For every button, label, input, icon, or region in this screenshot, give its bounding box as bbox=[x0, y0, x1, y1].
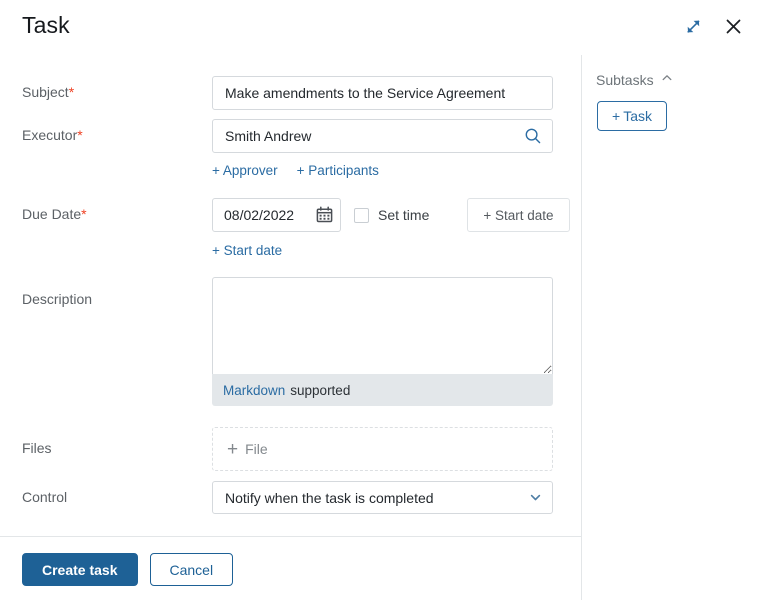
expand-diagonal-icon[interactable] bbox=[681, 14, 705, 38]
control-select-wrap: Notify when the task is completed bbox=[212, 481, 553, 514]
subtasks-panel: Subtasks + Task bbox=[582, 55, 765, 600]
set-time-group: Set time bbox=[354, 207, 429, 223]
executor-control: + Approver + Participants bbox=[212, 119, 553, 178]
dialog-footer: Create task Cancel bbox=[0, 553, 603, 586]
executor-label: Executor* bbox=[22, 127, 83, 143]
executor-label-text: Executor bbox=[22, 127, 78, 143]
start-date-link-row: + Start date bbox=[212, 242, 570, 260]
task-form: Subject* Executor* bbox=[0, 55, 581, 600]
plus-icon: + bbox=[227, 438, 239, 460]
cancel-button[interactable]: Cancel bbox=[149, 553, 234, 586]
task-dialog: Task Subject* Make amendments to the Ser… bbox=[0, 0, 765, 600]
start-date-button[interactable]: + Start date bbox=[467, 198, 570, 232]
page-title: Task bbox=[22, 12, 70, 38]
description-box: Markdown supported bbox=[212, 277, 553, 406]
required-asterisk: * bbox=[77, 127, 83, 143]
markdown-link[interactable]: Markdown bbox=[223, 383, 285, 398]
subtasks-title: Subtasks bbox=[596, 72, 654, 88]
description-label: Description bbox=[22, 291, 93, 307]
due-date-label: Due Date* bbox=[22, 206, 87, 222]
executor-input[interactable] bbox=[212, 119, 553, 153]
set-time-checkbox[interactable] bbox=[354, 207, 369, 223]
control-select-area: Notify when the task is completed bbox=[212, 481, 553, 514]
footer-divider bbox=[0, 536, 581, 537]
due-date-row: Set time + Start date bbox=[212, 198, 570, 232]
subject-input-wrap bbox=[212, 76, 553, 110]
add-subtask-label: Task bbox=[623, 108, 652, 124]
executor-links: + Approver + Participants bbox=[212, 163, 553, 178]
chevron-up-icon[interactable] bbox=[661, 71, 673, 89]
close-icon[interactable] bbox=[721, 14, 745, 38]
header-actions bbox=[681, 14, 745, 38]
subtasks-header[interactable]: Subtasks bbox=[596, 71, 673, 89]
subject-label: Subject* bbox=[22, 84, 74, 100]
plus-icon: + bbox=[612, 108, 621, 124]
dialog-header: Task bbox=[0, 0, 765, 55]
chevron-down-icon[interactable] bbox=[529, 491, 542, 509]
create-task-button[interactable]: Create task bbox=[22, 553, 138, 586]
executor-input-wrap bbox=[212, 119, 553, 153]
subject-control bbox=[212, 76, 553, 110]
markdown-suffix-text: supported bbox=[290, 382, 351, 398]
due-date-label-text: Due Date bbox=[22, 206, 82, 222]
markdown-hint: Markdown supported bbox=[212, 374, 553, 406]
files-label: Files bbox=[22, 440, 52, 456]
add-file-dropzone[interactable]: + File bbox=[212, 427, 553, 471]
add-participants-link[interactable]: + Participants bbox=[297, 163, 379, 178]
required-asterisk: * bbox=[81, 206, 87, 222]
control-label: Control bbox=[22, 489, 68, 505]
subject-label-text: Subject bbox=[22, 84, 69, 100]
due-date-input-wrap bbox=[212, 198, 341, 232]
control-select-value: Notify when the task is completed bbox=[225, 489, 434, 506]
add-file-label: File bbox=[245, 441, 268, 457]
calendar-icon[interactable] bbox=[316, 206, 333, 223]
add-subtask-button[interactable]: + Task bbox=[597, 101, 667, 131]
control-select[interactable]: Notify when the task is completed bbox=[212, 481, 553, 514]
files-control: + File bbox=[212, 427, 553, 471]
start-date-link[interactable]: + Start date bbox=[212, 243, 282, 258]
required-asterisk: * bbox=[68, 84, 75, 100]
due-date-control: Set time + Start date + Start date bbox=[212, 198, 570, 260]
description-control: Markdown supported bbox=[212, 277, 553, 406]
description-textarea[interactable] bbox=[212, 277, 553, 374]
search-icon[interactable] bbox=[523, 126, 543, 146]
subject-input[interactable] bbox=[212, 76, 553, 110]
add-approver-link[interactable]: + Approver bbox=[212, 163, 278, 178]
set-time-label[interactable]: Set time bbox=[378, 207, 429, 223]
